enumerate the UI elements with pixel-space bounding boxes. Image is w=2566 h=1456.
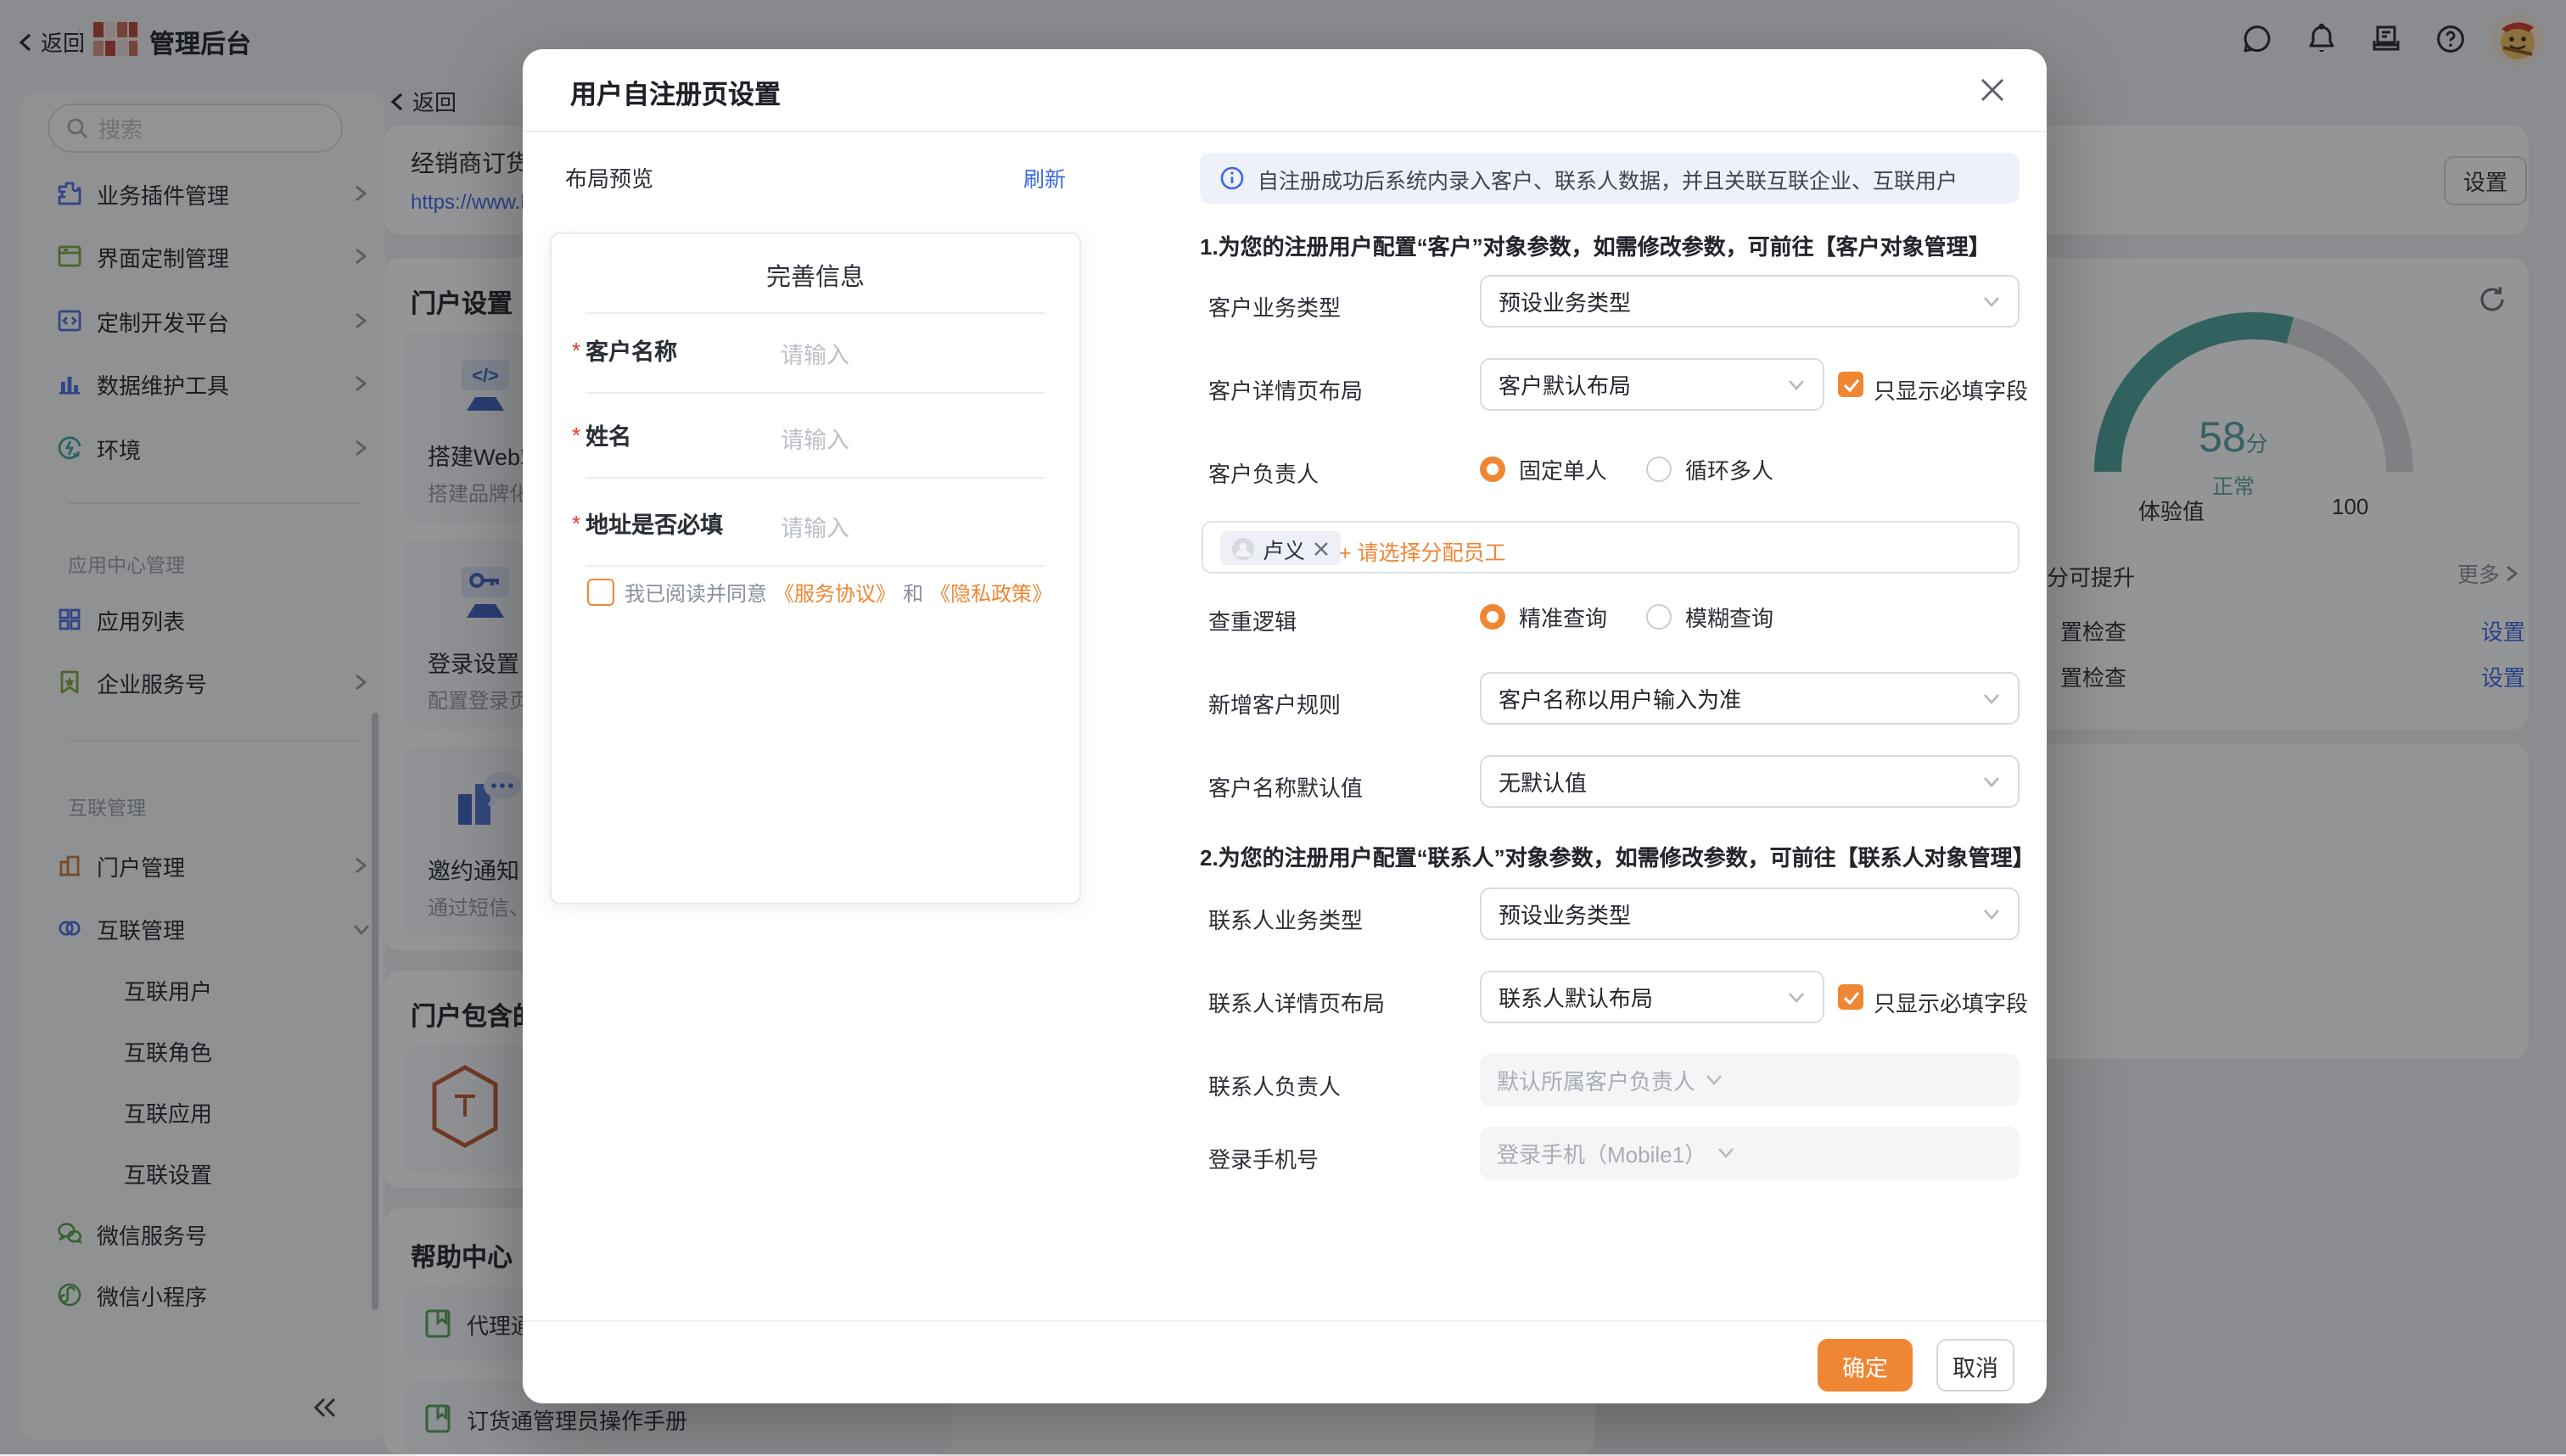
assignee-input[interactable]: 卢义 + 请选择分配员工 — [1202, 521, 2020, 574]
preview-divider — [585, 312, 1045, 314]
field-label-contact-type: 联系人业务类型 — [1208, 903, 1363, 935]
cancel-button[interactable]: 取消 — [1936, 1339, 2014, 1392]
chevron-down-icon — [1787, 378, 1806, 391]
step2-heading: 2.为您的注册用户配置“联系人”对象参数，如需修改参数，可前往【联系人对象管理】 — [1200, 840, 2035, 872]
radio-icon — [1646, 456, 1672, 482]
preview-input-address-required[interactable]: 请输入 — [781, 509, 849, 543]
field-label-customer-owner: 客户负责人 — [1208, 456, 1319, 489]
radio-selected-icon — [1480, 456, 1505, 482]
preview-divider — [585, 392, 1045, 394]
modal-footer-divider — [523, 1320, 2047, 1322]
chevron-down-icon — [1982, 775, 2001, 788]
required-fields-only-label: 只显示必填字段 — [1874, 373, 2028, 406]
person-avatar-icon — [1232, 537, 1254, 559]
radio-icon — [1646, 604, 1672, 630]
info-banner: 自注册成功后系统内录入客户、联系人数据，并且关联互联企业、互联用户 — [1200, 153, 2020, 204]
info-icon — [1220, 166, 1244, 190]
login-mobile-select-disabled: 登录手机（Mobile1） — [1480, 1127, 2020, 1179]
modal-title: 用户自注册页设置 — [570, 75, 781, 112]
field-label-login-mobile: 登录手机号 — [1208, 1142, 1319, 1174]
field-label-dedup: 查重逻辑 — [1208, 604, 1297, 636]
contact-required-fields-only-checkbox[interactable] — [1838, 984, 1863, 1010]
contact-layout-select[interactable]: 联系人默认布局 — [1480, 971, 1824, 1023]
dedup-radio-fuzzy[interactable]: 模糊查询 — [1646, 601, 1773, 633]
privacy-policy-link[interactable]: 《隐私政策》 — [930, 578, 1052, 607]
customer-layout-select[interactable]: 客户默认布局 — [1480, 358, 1824, 411]
preview-field-customer-name: * 客户名称 — [572, 329, 677, 370]
new-customer-rule-select[interactable]: 客户名称以用户输入为准 — [1480, 672, 2020, 725]
info-banner-text: 自注册成功后系统内录入客户、联系人数据，并且关联互联企业、互联用户 — [1258, 162, 1958, 194]
agreement-checkbox[interactable] — [587, 579, 614, 606]
owner-radio-fixed[interactable]: 固定单人 — [1480, 453, 1607, 485]
chevron-down-icon — [1787, 990, 1806, 1004]
chevron-down-icon — [1706, 1074, 1723, 1086]
chevron-down-icon — [1717, 1147, 1734, 1159]
required-asterisk: * — [572, 337, 580, 362]
field-label-customer-layout: 客户详情页布局 — [1208, 373, 1363, 406]
customer-name-default-select[interactable]: 无默认值 — [1480, 755, 2020, 808]
field-label-new-rule: 新增客户规则 — [1208, 687, 1341, 720]
assignee-tag[interactable]: 卢义 — [1220, 531, 1341, 565]
preview-field-address-required: * 地址是否必填 — [572, 502, 723, 543]
preview-divider — [585, 477, 1045, 479]
customer-type-select[interactable]: 预设业务类型 — [1480, 275, 2020, 328]
self-registration-settings-modal: 用户自注册页设置 布局预览 刷新 完善信息 * 客户名称 请输入 * 姓名 请输… — [523, 49, 2047, 1403]
tag-close-icon[interactable] — [1314, 540, 1329, 556]
chevron-down-icon — [1982, 907, 2001, 921]
service-agreement-link[interactable]: 《服务协议》 — [774, 578, 896, 607]
preview-input-customer-name[interactable]: 请输入 — [781, 336, 849, 370]
owner-radio-rotate[interactable]: 循环多人 — [1646, 453, 1773, 485]
confirm-button[interactable]: 确定 — [1818, 1339, 1913, 1392]
preview-divider — [585, 565, 1045, 567]
layout-preview-heading: 布局预览 — [565, 161, 653, 193]
add-assignee-link[interactable]: + 请选择分配员工 — [1339, 535, 1506, 567]
admin-console-page: 返回 管理后台 — [0, 0, 2566, 1454]
required-asterisk: * — [572, 422, 580, 447]
modal-header-divider — [523, 131, 2047, 132]
contact-type-select[interactable]: 预设业务类型 — [1480, 888, 2020, 940]
registration-preview-card: 完善信息 * 客户名称 请输入 * 姓名 请输入 * 地址是否必填 请输入 — [550, 232, 1081, 904]
field-label-contact-owner: 联系人负责人 — [1208, 1069, 1341, 1101]
chevron-down-icon — [1982, 692, 2001, 705]
field-label-contact-layout: 联系人详情页布局 — [1208, 986, 1385, 1018]
preview-input-name[interactable]: 请输入 — [781, 421, 849, 455]
close-icon[interactable] — [1979, 76, 2006, 104]
refresh-link[interactable]: 刷新 — [1023, 161, 1066, 193]
contact-required-fields-only-label: 只显示必填字段 — [1874, 986, 2028, 1018]
required-fields-only-checkbox[interactable] — [1838, 372, 1863, 397]
preview-card-title: 完善信息 — [552, 258, 1079, 294]
agreement-row: 我已阅读并同意 《服务协议》 和 《隐私政策》 — [587, 574, 1052, 611]
step1-heading: 1.为您的注册用户配置“客户”对象参数，如需修改参数，可前往【客户对象管理】 — [1200, 229, 1991, 261]
contact-owner-select-disabled: 默认所属客户负责人 — [1480, 1054, 2020, 1106]
dedup-radio-exact[interactable]: 精准查询 — [1480, 601, 1607, 633]
field-label-customer-type: 客户业务类型 — [1208, 290, 1341, 322]
radio-selected-icon — [1480, 604, 1505, 630]
required-asterisk: * — [572, 510, 580, 535]
chevron-down-icon — [1982, 294, 2001, 308]
field-label-default-name: 客户名称默认值 — [1208, 770, 1363, 803]
preview-field-name: * 姓名 — [572, 414, 631, 455]
